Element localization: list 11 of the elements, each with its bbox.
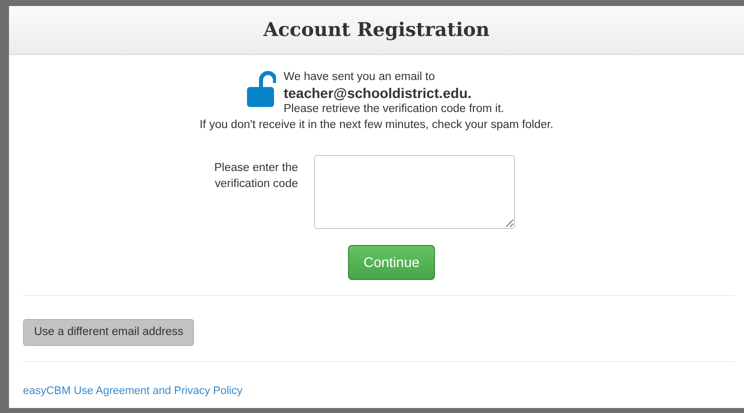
dialog-title: Account Registration xyxy=(263,18,490,42)
message-text: If you don't receive it in the next few minutes, check your spam folder. xyxy=(200,118,554,133)
continue-button[interactable]: Continue xyxy=(348,245,435,280)
message-text: We have sent you an email to xyxy=(284,70,436,85)
policy-link[interactable]: easyCBM Use Agreement and Privacy Policy xyxy=(23,385,242,398)
verification-code-field[interactable] xyxy=(314,155,515,229)
unlocked-padlock-icon xyxy=(246,71,276,108)
different-email-button[interactable]: Use a different email address xyxy=(23,319,194,346)
email-address: teacher@schooldistrict.edu. xyxy=(284,85,473,101)
message-text: Please retrieve the verification code from it. xyxy=(284,102,504,117)
field-label: Please enter the verification code xyxy=(213,161,298,192)
